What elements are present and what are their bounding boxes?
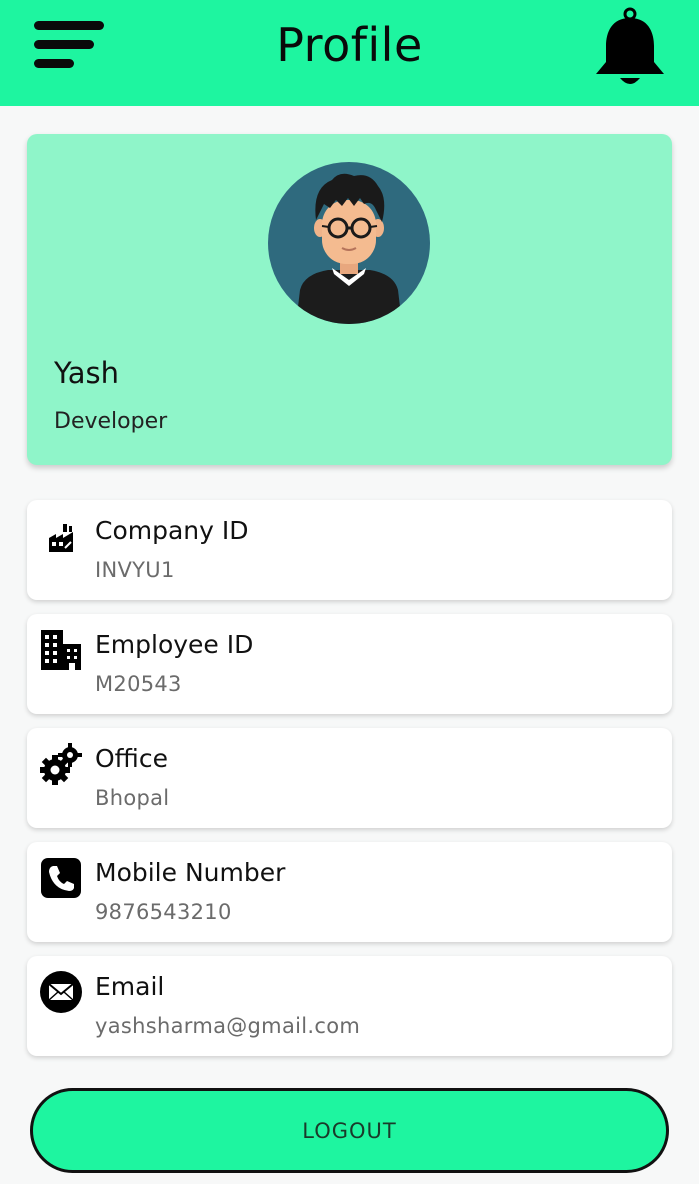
app-bar: Profile <box>0 0 699 106</box>
info-label: Office <box>95 744 168 773</box>
logout-button[interactable]: LOGOUT <box>30 1088 669 1173</box>
info-label: Employee ID <box>95 630 254 659</box>
info-value: 9876543210 <box>95 900 232 924</box>
info-value: Bhopal <box>95 786 170 810</box>
factory-icon <box>49 524 73 552</box>
profile-card: Yash Developer <box>27 134 672 465</box>
phone-icon <box>41 858 81 898</box>
info-card-employee-id: Employee ID M20543 <box>27 614 672 714</box>
profile-role: Developer <box>54 409 168 434</box>
bell-icon[interactable] <box>590 6 670 90</box>
info-card-mobile-number: Mobile Number 9876543210 <box>27 842 672 942</box>
info-card-email: Email yashsharma@gmail.com <box>27 956 672 1056</box>
info-card-company-id: Company ID INVYU1 <box>27 500 672 600</box>
info-label: Company ID <box>95 516 249 545</box>
avatar-icon <box>268 162 430 324</box>
profile-name: Yash <box>54 356 119 390</box>
gears-icon <box>40 743 82 785</box>
info-value: M20543 <box>95 672 182 696</box>
info-label: Email <box>95 972 165 1001</box>
info-card-office: Office Bhopal <box>27 728 672 828</box>
email-icon <box>40 971 82 1013</box>
info-value: INVYU1 <box>95 558 175 582</box>
info-value: yashsharma@gmail.com <box>95 1014 361 1038</box>
info-label: Mobile Number <box>95 858 286 887</box>
logout-button-label: LOGOUT <box>302 1118 397 1143</box>
building-icon <box>41 630 81 670</box>
